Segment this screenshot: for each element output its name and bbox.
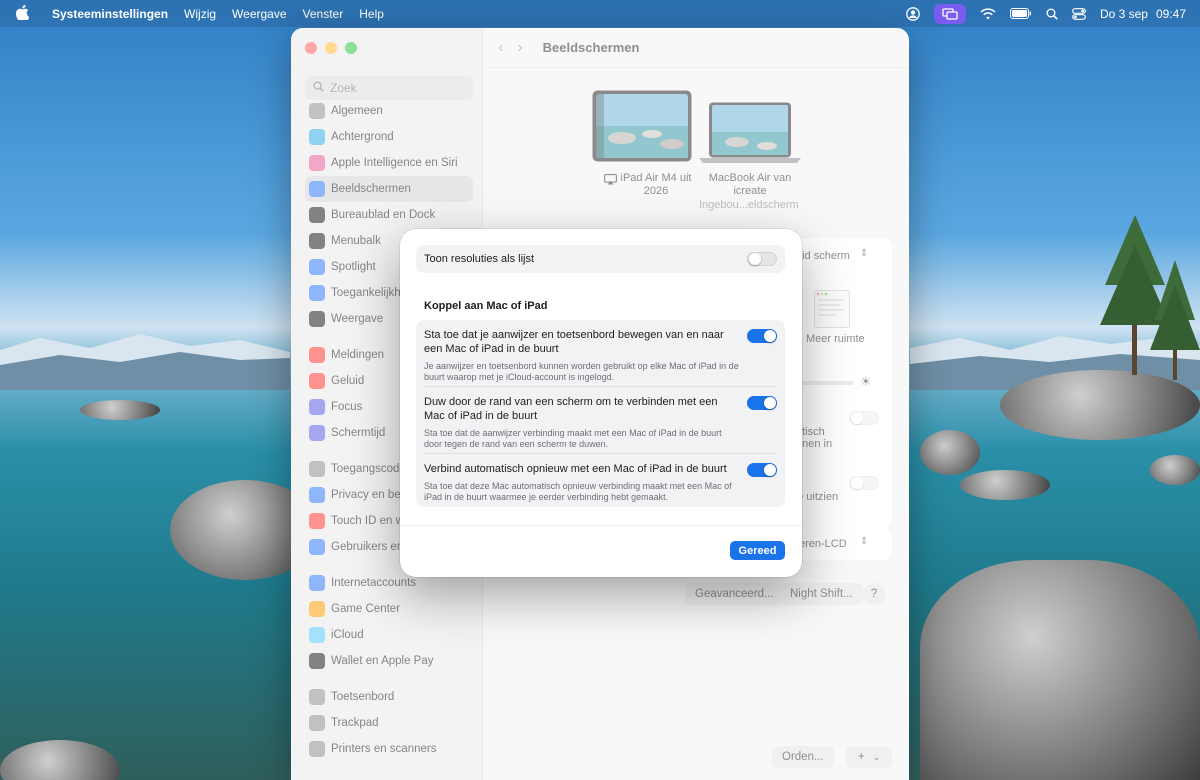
menubar-date[interactable]: Do 3 sep — [1100, 7, 1148, 21]
menu-bar: Systeeminstellingen Wijzig Weergave Vens… — [0, 0, 1200, 27]
display-options-sheet: Toon resoluties als lijst Koppel aan Mac… — [400, 229, 802, 577]
option-toggle-push-edge[interactable] — [747, 396, 777, 410]
done-button[interactable]: Gereed — [730, 541, 785, 560]
menu-edit[interactable]: Wijzig — [176, 7, 224, 21]
wifi-icon[interactable] — [980, 7, 996, 20]
option-toggle-auto-reconnect[interactable] — [747, 463, 777, 477]
link-options-group: Sta toe dat je aanwijzer en toetsenbord … — [416, 320, 785, 507]
option-title: Verbind automatisch opnieuw met een Mac … — [424, 463, 727, 475]
option-row: Sta toe dat je aanwijzer en toetsenbord … — [424, 329, 740, 384]
desktop-rock — [1000, 370, 1200, 440]
option-row: Verbind automatisch opnieuw met een Mac … — [424, 463, 740, 504]
show-resolutions-label: Toon resoluties als lijst — [424, 253, 535, 265]
control-center-icon[interactable] — [1072, 7, 1086, 20]
menu-view[interactable]: Weergave — [224, 7, 294, 21]
sheet-separator — [400, 525, 802, 526]
desktop-rock — [0, 740, 120, 780]
show-resolutions-row: Toon resoluties als lijst — [416, 245, 785, 273]
desktop-rock — [960, 470, 1050, 500]
search-icon[interactable] — [1046, 8, 1058, 20]
menubar-time[interactable]: 09:47 — [1156, 7, 1186, 21]
battery-icon[interactable] — [1009, 8, 1032, 19]
desktop-tree — [1150, 260, 1200, 380]
section-title: Koppel aan Mac of iPad — [424, 300, 548, 312]
option-description: Sta toe dat deze Mac automatisch opnieuw… — [424, 480, 732, 503]
show-resolutions-toggle[interactable] — [747, 252, 777, 266]
desktop-rock — [80, 400, 160, 420]
desktop-rock — [920, 430, 980, 475]
option-title: Sta toe dat je aanwijzer en toetsenbord … — [424, 329, 724, 355]
menu-help[interactable]: Help — [351, 7, 392, 21]
screen-mirroring-icon[interactable] — [933, 3, 966, 24]
user-account-icon[interactable] — [906, 6, 920, 21]
apple-menu-icon[interactable] — [0, 4, 44, 23]
menu-window[interactable]: Venster — [295, 7, 352, 21]
row-divider — [424, 453, 777, 454]
option-row: Duw door de rand van een scherm om te ve… — [424, 396, 740, 451]
desktop-rock — [920, 560, 1200, 780]
menu-app-name[interactable]: Systeeminstellingen — [44, 7, 176, 21]
option-description: Sta toe dat de aanwijzer verbinding maak… — [424, 427, 722, 450]
row-divider — [424, 386, 777, 387]
desktop-rock — [1150, 455, 1200, 485]
option-description: Je aanwijzer en toetsenbord kunnen worde… — [424, 360, 739, 383]
option-toggle-pointer-keyboard[interactable] — [747, 329, 777, 343]
option-title: Duw door de rand van een scherm om te ve… — [424, 396, 718, 422]
